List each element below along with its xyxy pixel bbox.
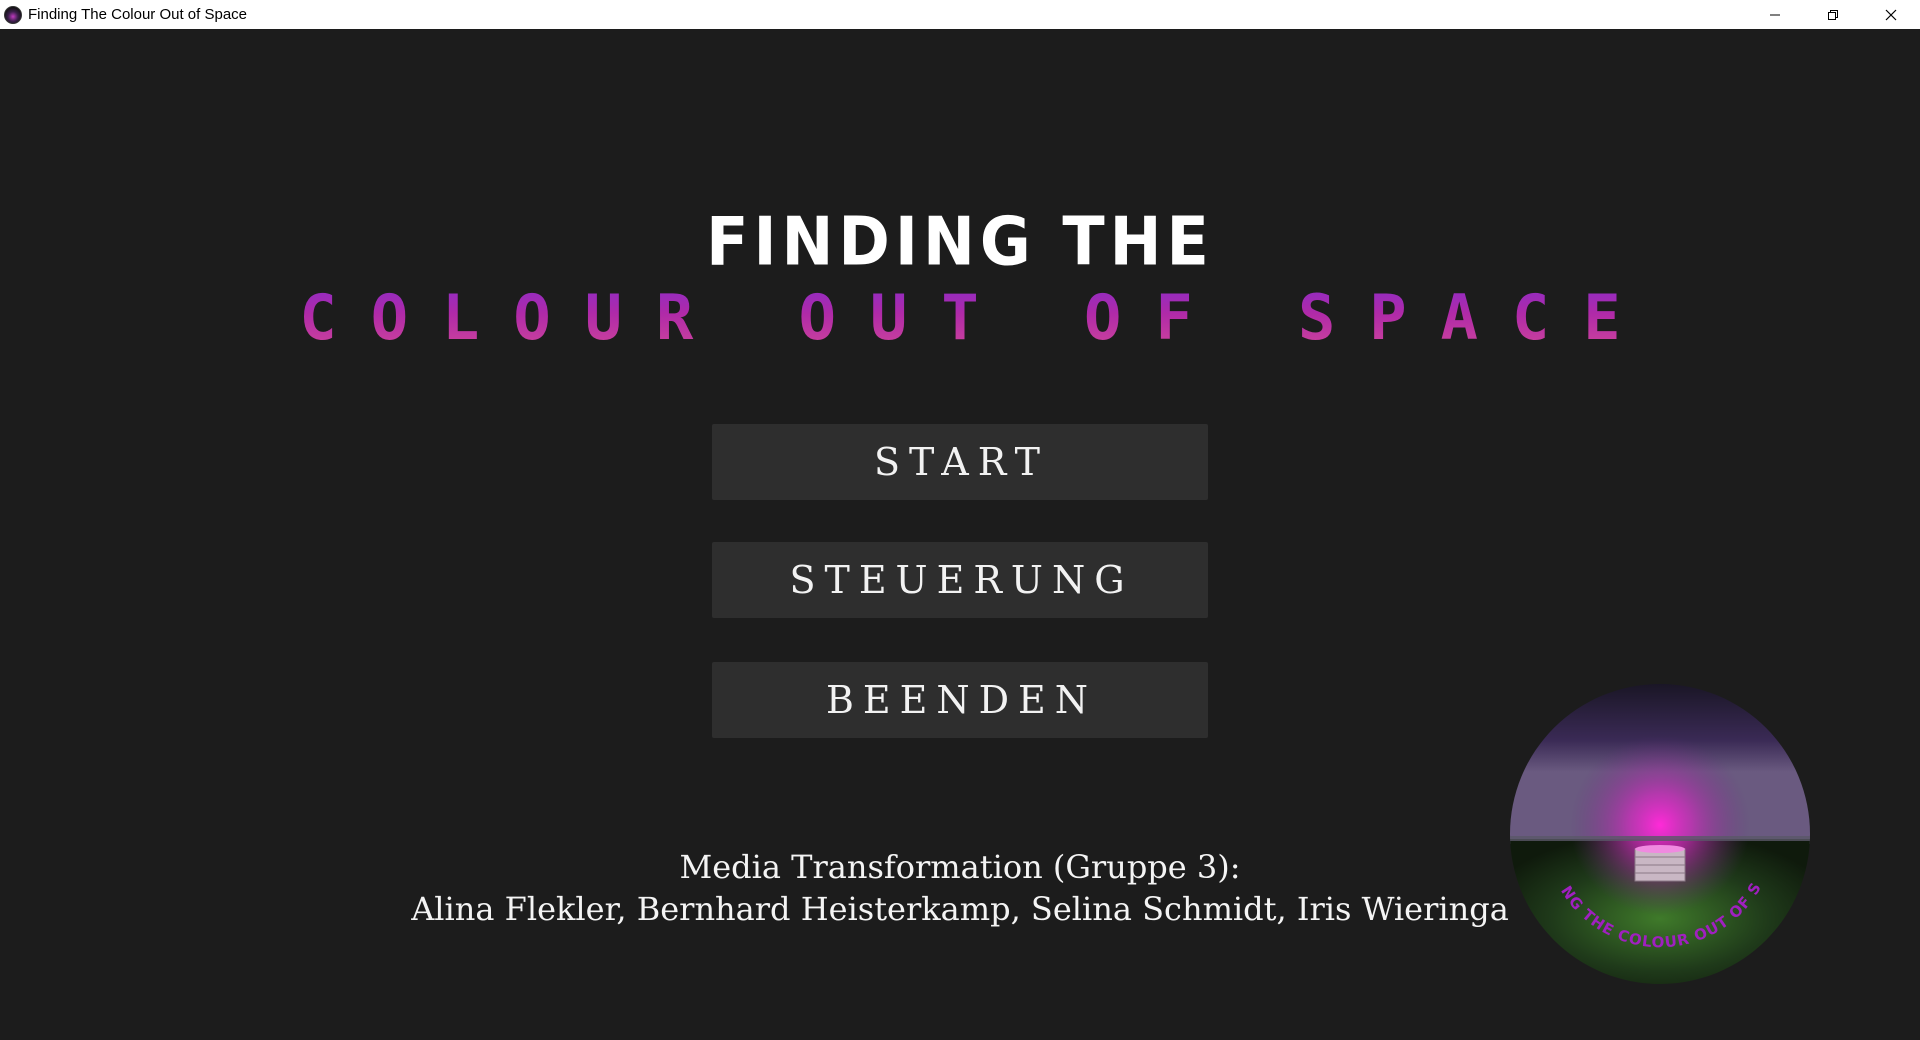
- close-icon: [1885, 9, 1897, 20]
- close-button[interactable]: [1862, 0, 1920, 29]
- window-title: Finding The Colour Out of Space: [28, 6, 248, 23]
- start-button[interactable]: START: [712, 424, 1208, 500]
- restore-button[interactable]: [1804, 0, 1862, 29]
- restore-icon: [1828, 9, 1838, 20]
- window-controls: [1746, 0, 1920, 29]
- game-title-line2: COLOUR OUT OF SPACE: [0, 281, 1920, 354]
- minimize-button[interactable]: [1746, 0, 1804, 29]
- controls-button[interactable]: STEUERUNG: [712, 542, 1208, 618]
- game-viewport: FINDING THE COLOUR OUT OF SPACE START ST…: [0, 29, 1920, 1040]
- window-titlebar: Finding The Colour Out of Space: [0, 0, 1920, 29]
- game-title-line1: FINDING THE: [706, 202, 1214, 281]
- game-logo: FINDING THE COLOUR OUT OF SPACE: [1510, 684, 1810, 984]
- app-icon: [4, 5, 22, 24]
- quit-button[interactable]: BEENDEN: [712, 662, 1208, 738]
- well-icon: [1634, 845, 1686, 882]
- minimize-icon: [1770, 14, 1780, 15]
